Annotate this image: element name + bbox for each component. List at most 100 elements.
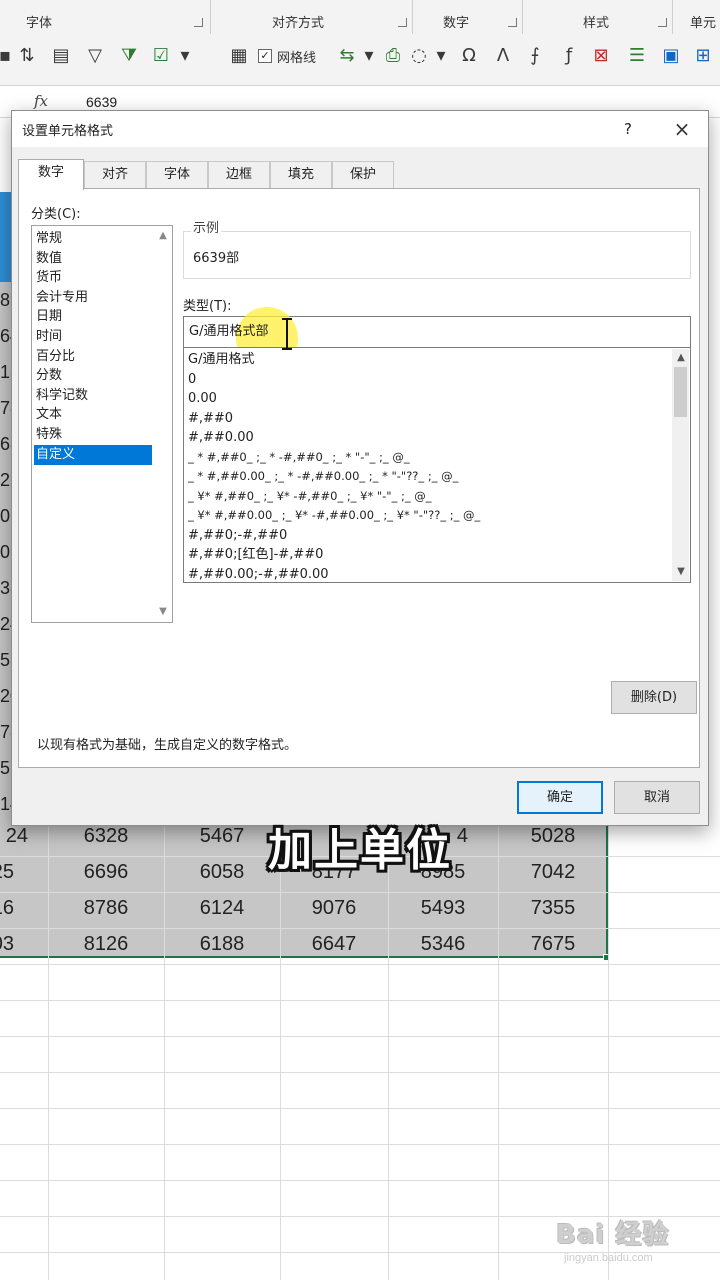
group-divider — [210, 0, 211, 34]
table-cell[interactable]: 6188 — [164, 926, 280, 962]
category-item[interactable]: 时间 — [34, 327, 152, 347]
advanced-filter-icon[interactable]: ⧩ — [116, 43, 142, 69]
format-code-item[interactable]: #,##0.00;-#,##0.00 — [188, 565, 329, 585]
tab-border[interactable]: 边框 — [208, 161, 270, 189]
scroll-up-icon[interactable]: ▲ — [674, 350, 688, 366]
scroll-up-icon[interactable]: ▲ — [156, 228, 170, 244]
formula-input[interactable]: 6639 — [86, 94, 117, 110]
number-dialog-launcher-icon[interactable] — [508, 18, 517, 27]
row-gridline — [0, 964, 720, 965]
format-code-item[interactable]: #,##0 — [188, 409, 233, 429]
table-cell[interactable]: 5493 — [388, 890, 498, 926]
font-color-icon[interactable]: ꓥ — [490, 43, 516, 69]
format-code-list[interactable]: G/通用格式 0 0.00 #,##0 #,##0.00 _ * #,##0_ … — [183, 347, 691, 583]
tab-fill[interactable]: 填充 — [270, 161, 332, 189]
insert-function-icon[interactable]: fx — [34, 92, 48, 110]
sample-value: 6639部 — [193, 251, 240, 266]
video-caption: 加上单位 — [268, 825, 452, 876]
format-code-item[interactable]: #,##0.00 — [188, 428, 254, 448]
text-box-icon[interactable]: ▣ — [658, 43, 684, 69]
category-item[interactable]: 货币 — [34, 268, 152, 288]
scrollbar-thumb[interactable] — [674, 367, 687, 417]
category-item-selected[interactable]: 自定义 — [34, 444, 152, 465]
scroll-down-icon[interactable]: ▼ — [674, 564, 688, 580]
category-item[interactable]: 数值 — [34, 249, 152, 269]
table-cell[interactable]: 5346 — [388, 926, 498, 962]
font-dialog-launcher-icon[interactable] — [194, 18, 203, 27]
omega-symbol-icon[interactable]: Ω — [456, 43, 482, 69]
gridlines-checkbox[interactable]: ✓ 网格线 — [258, 45, 336, 67]
grid-view-icon[interactable]: ⊞ — [690, 43, 716, 69]
category-label: 分类(C): — [31, 207, 81, 222]
format-code-item[interactable]: G/通用格式 — [188, 350, 254, 370]
function-icon[interactable]: ƒ — [556, 43, 582, 69]
table-cell[interactable]: 6696 — [48, 854, 164, 890]
category-item[interactable]: 百分比 — [34, 347, 152, 367]
table-cell[interactable]: 8786 — [48, 890, 164, 926]
table-cell[interactable]: 9076 — [280, 890, 388, 926]
ok-button[interactable]: 确定 — [517, 781, 603, 814]
category-item[interactable]: 特殊 — [34, 425, 152, 445]
text-cursor-icon — [282, 318, 292, 350]
tab-number[interactable]: 数字 — [18, 159, 84, 190]
delete-table-icon[interactable]: ⊠ — [588, 43, 614, 69]
number-group-label: 数字 — [443, 16, 470, 31]
tab-alignment[interactable]: 对齐 — [84, 161, 146, 189]
dropdown-arrow-icon[interactable]: ▾ — [172, 43, 198, 69]
tab-font[interactable]: 字体 — [146, 161, 208, 189]
check-list-icon[interactable]: ☰ — [624, 43, 650, 69]
font-group-label: 字体 — [26, 16, 53, 31]
format-code-item[interactable]: #,##0;[红色]-#,##0 — [188, 545, 323, 565]
dropdown-arrow-icon[interactable]: ▾ — [428, 43, 454, 69]
format-code-item[interactable]: 0.00 — [188, 389, 217, 409]
format-code-item[interactable]: #,##0;-#,##0 — [188, 526, 287, 546]
table-grid-icon[interactable]: ▦ — [226, 43, 252, 69]
table-cell[interactable]: 03 — [0, 926, 14, 962]
table-cell[interactable]: 7675 — [498, 926, 608, 962]
format-list-scrollbar[interactable]: ▲ ▼ — [672, 349, 689, 581]
table-cell[interactable]: 16 — [0, 890, 14, 926]
format-code-item[interactable]: _ ¥* #,##0_ ;_ ¥* -#,##0_ ;_ ¥* "-"_ ;_ … — [188, 487, 432, 507]
ribbon: 字体 对齐方式 数字 样式 单元 ▪ ⇅ ▤ ▽ ⧩ ☑ ▾ ▦ ✓ 网格线 ⇆… — [0, 0, 720, 86]
category-item[interactable]: 科学记数 — [34, 386, 152, 406]
category-list[interactable]: 常规 数值 货币 会计专用 日期 时间 百分比 分数 科学记数 文本 特殊 自定… — [31, 225, 173, 623]
table-format-icon[interactable]: ▤ — [48, 43, 74, 69]
category-item[interactable]: 日期 — [34, 307, 152, 327]
tab-protection[interactable]: 保护 — [332, 161, 394, 189]
sample-box — [183, 231, 691, 279]
category-item[interactable]: 分数 — [34, 366, 152, 386]
styles-group-label: 样式 — [583, 16, 610, 31]
checkbox-check-icon[interactable]: ✓ — [258, 49, 272, 63]
watermark-main: Bai 经验 — [556, 1220, 670, 1250]
type-input[interactable]: G/通用格式部 — [183, 307, 691, 369]
print-area-icon[interactable]: ⎙ — [380, 43, 406, 69]
scroll-down-icon[interactable]: ▼ — [156, 604, 170, 620]
dropdown-arrow-icon[interactable]: ▾ — [356, 43, 382, 69]
table-cell[interactable]: 25 — [0, 854, 14, 890]
category-item[interactable]: 会计专用 — [34, 288, 152, 308]
format-code-item[interactable]: _ * #,##0_ ;_ * -#,##0_ ;_ * "-"_ ;_ @_ — [188, 448, 410, 468]
row-gridline — [0, 1180, 720, 1181]
sort-icon[interactable]: ⇅ — [14, 43, 40, 69]
table-cell[interactable]: 8126 — [48, 926, 164, 962]
row-gridline — [0, 1000, 720, 1001]
close-button[interactable]: × — [668, 115, 696, 143]
table-cell[interactable]: 6647 — [280, 926, 388, 962]
cancel-button[interactable]: 取消 — [614, 781, 700, 814]
table-cell[interactable]: 6124 — [164, 890, 280, 926]
help-button[interactable]: ? — [616, 117, 640, 141]
clear-formula-icon[interactable]: ⨍ — [522, 43, 548, 69]
filter-icon[interactable]: ▽ — [82, 43, 108, 69]
format-code-item[interactable]: _ * #,##0.00_ ;_ * -#,##0.00_ ;_ * "-"??… — [188, 467, 458, 487]
format-code-item[interactable]: _ ¥* #,##0.00_ ;_ ¥* -#,##0.00_ ;_ ¥* "-… — [188, 506, 480, 526]
styles-dialog-launcher-icon[interactable] — [658, 18, 667, 27]
dialog-titlebar[interactable]: 设置单元格格式 ? × — [12, 111, 708, 147]
data-validation-icon[interactable]: ☑ — [148, 43, 174, 69]
category-item[interactable]: 文本 — [34, 405, 152, 425]
format-code-item[interactable]: 0 — [188, 370, 196, 390]
delete-button[interactable]: 删除(D) — [611, 681, 697, 714]
row-gridline — [0, 1036, 720, 1037]
table-cell[interactable]: 7355 — [498, 890, 608, 926]
alignment-dialog-launcher-icon[interactable] — [398, 18, 407, 27]
category-item[interactable]: 常规 — [34, 229, 152, 249]
